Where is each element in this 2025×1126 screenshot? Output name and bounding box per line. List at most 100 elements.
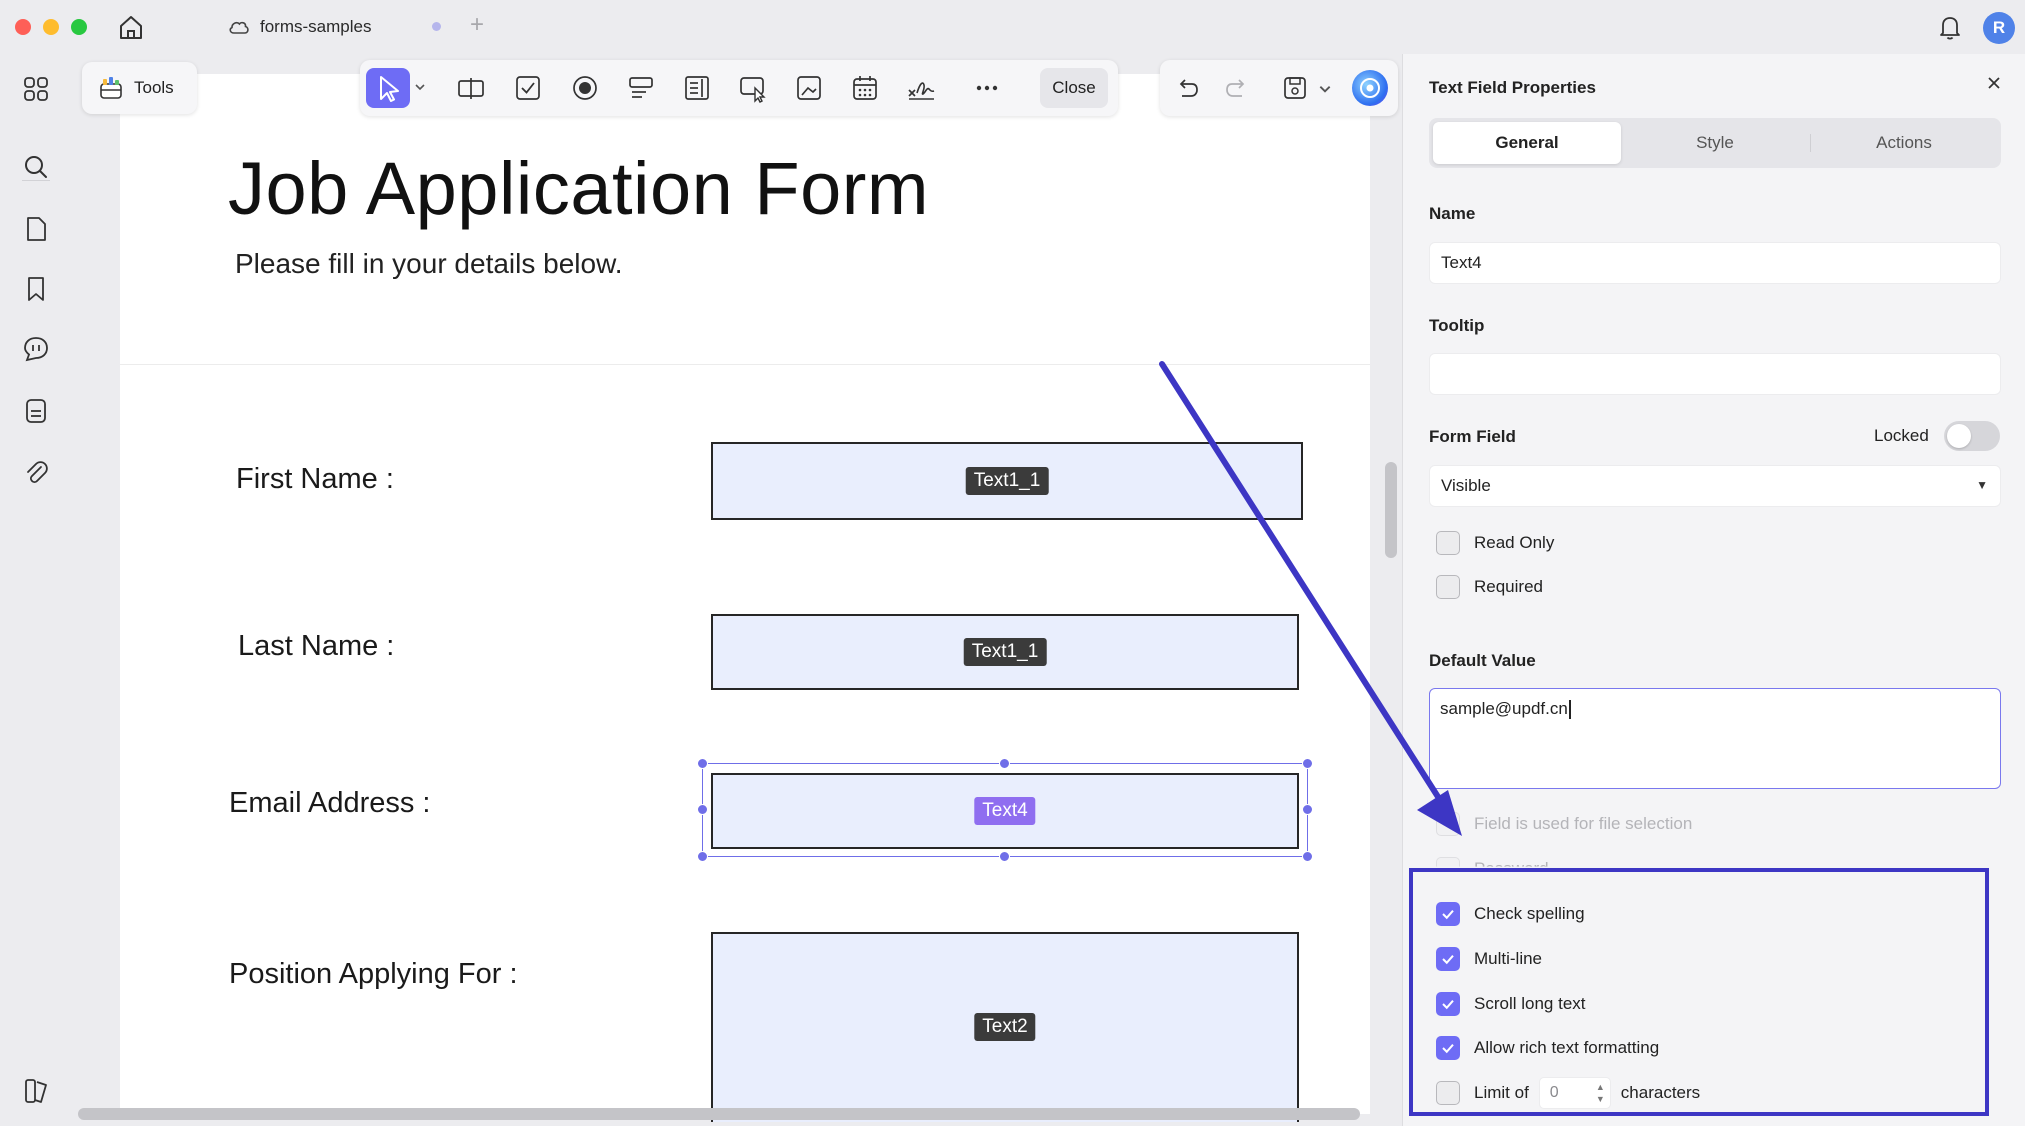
chevron-down-icon[interactable] (414, 81, 426, 93)
bookmark-icon[interactable] (21, 274, 51, 304)
chevron-down-icon[interactable] (1318, 82, 1332, 96)
attachment-icon[interactable] (21, 458, 51, 488)
radio-button-tool-icon[interactable] (570, 73, 600, 103)
form-tools-toolbar: Close (360, 60, 1118, 116)
resize-handle-left[interactable] (697, 804, 708, 815)
left-sidebar (0, 54, 72, 1126)
zoom-window-button[interactable] (71, 19, 87, 35)
tooltip-input[interactable] (1429, 353, 2001, 395)
email-address-field[interactable]: Text4 (711, 773, 1299, 849)
new-tab-button[interactable]: + (470, 11, 484, 39)
tooltip-label: Tooltip (1429, 316, 1485, 335)
file-selection-checkbox (1436, 812, 1460, 836)
file-selection-option: Field is used for file selection (1436, 812, 1692, 836)
title-bar: forms-samples + R (0, 0, 2025, 54)
unsaved-indicator-dot (432, 22, 441, 31)
home-icon[interactable] (116, 12, 146, 42)
signature-tool-icon[interactable] (906, 73, 936, 103)
first-name-field[interactable]: Text1_1 (711, 442, 1303, 520)
properties-tabs: General Style Actions (1429, 118, 2001, 168)
tab-style[interactable]: Style (1621, 122, 1809, 164)
date-tool-icon[interactable] (850, 73, 880, 103)
toolbox-icon (100, 77, 122, 99)
search-icon[interactable] (21, 152, 51, 182)
visibility-value: Visible (1441, 476, 1491, 495)
document-tab[interactable]: forms-samples (228, 10, 371, 44)
button-tool-icon[interactable] (738, 73, 768, 103)
resize-handle-top[interactable] (999, 758, 1010, 769)
form-field-label: Form Field (1429, 427, 1516, 446)
resize-handle-bottom-left[interactable] (697, 851, 708, 862)
comment-icon[interactable] (21, 334, 51, 364)
locked-label: Locked (1874, 426, 1929, 445)
horizontal-scrollbar[interactable] (78, 1108, 1360, 1120)
field-name-tag: Text1_1 (965, 467, 1049, 495)
required-checkbox[interactable] (1436, 575, 1460, 599)
first-name-label: First Name : (236, 463, 394, 495)
close-icon[interactable] (1983, 72, 2005, 94)
save-icon[interactable] (1280, 73, 1310, 103)
tools-button[interactable]: Tools (82, 62, 197, 114)
more-options-icon[interactable] (972, 73, 1002, 103)
notification-bell-icon[interactable] (1936, 13, 1964, 41)
toggle-knob (1947, 424, 1971, 448)
stamp-icon[interactable] (21, 396, 51, 426)
minimize-window-button[interactable] (43, 19, 59, 35)
text-cursor (1568, 700, 1571, 720)
visibility-select[interactable]: Visible ▼ (1429, 465, 2001, 507)
redo-icon[interactable] (1222, 73, 1252, 103)
cloud-icon (229, 21, 249, 34)
resize-handle-bottom-right[interactable] (1302, 851, 1313, 862)
last-name-field[interactable]: Text1_1 (711, 614, 1299, 690)
layers-icon[interactable] (21, 1076, 51, 1106)
form-subtitle: Please fill in your details below. (235, 248, 623, 279)
resize-handle-right[interactable] (1302, 804, 1313, 815)
default-value-input[interactable]: sample@updf.cn (1429, 688, 2001, 789)
ai-assistant-icon (1360, 78, 1380, 98)
field-name-tag-selected: Text4 (974, 797, 1036, 825)
combo-box-tool-icon[interactable] (626, 73, 656, 103)
default-value-text: sample@updf.cn (1440, 699, 1568, 718)
list-box-tool-icon[interactable] (682, 73, 712, 103)
last-name-label: Last Name : (238, 630, 395, 662)
read-only-label: Read Only (1474, 533, 1555, 552)
dropdown-arrow-icon: ▼ (1976, 478, 1988, 492)
page-icon[interactable] (21, 214, 51, 244)
panel-title: Text Field Properties (1429, 78, 1596, 97)
form-title: Job Application Form (228, 147, 930, 230)
email-address-label: Email Address : (229, 787, 431, 819)
required-label: Required (1474, 577, 1543, 596)
image-tool-icon[interactable] (794, 73, 824, 103)
ai-assistant-button[interactable] (1352, 70, 1388, 106)
text-field-tool-icon[interactable] (456, 73, 486, 103)
tools-label: Tools (134, 78, 174, 97)
thumbnails-grid-icon[interactable] (21, 74, 51, 104)
field-name-tag: Text2 (974, 1013, 1036, 1041)
tab-title: forms-samples (260, 17, 372, 36)
resize-handle-top-left[interactable] (697, 758, 708, 769)
close-form-editing-button[interactable]: Close (1040, 68, 1108, 108)
resize-handle-bottom[interactable] (999, 851, 1010, 862)
read-only-option[interactable]: Read Only (1436, 531, 1554, 555)
close-window-button[interactable] (15, 19, 31, 35)
tab-general[interactable]: General (1433, 122, 1621, 164)
history-toolbar (1160, 60, 1398, 116)
tab-actions[interactable]: Actions (1810, 122, 1998, 164)
name-input[interactable]: Text4 (1429, 242, 2001, 284)
name-label: Name (1429, 204, 1476, 223)
read-only-checkbox[interactable] (1436, 531, 1460, 555)
field-name-tag: Text1_1 (963, 638, 1047, 666)
position-field[interactable]: Text2 (711, 932, 1299, 1122)
undo-icon[interactable] (1172, 73, 1202, 103)
required-option[interactable]: Required (1436, 575, 1543, 599)
select-tool-button[interactable] (366, 68, 410, 108)
user-avatar[interactable]: R (1983, 12, 2015, 44)
highlight-rectangle (1409, 868, 1989, 1116)
locked-toggle[interactable] (1944, 421, 2000, 451)
resize-handle-top-right[interactable] (1302, 758, 1313, 769)
default-value-label: Default Value (1429, 651, 1536, 670)
checkbox-tool-icon[interactable] (513, 73, 543, 103)
vertical-scrollbar[interactable] (1385, 462, 1397, 558)
position-label: Position Applying For : (229, 958, 518, 990)
pointer-icon (380, 76, 399, 102)
